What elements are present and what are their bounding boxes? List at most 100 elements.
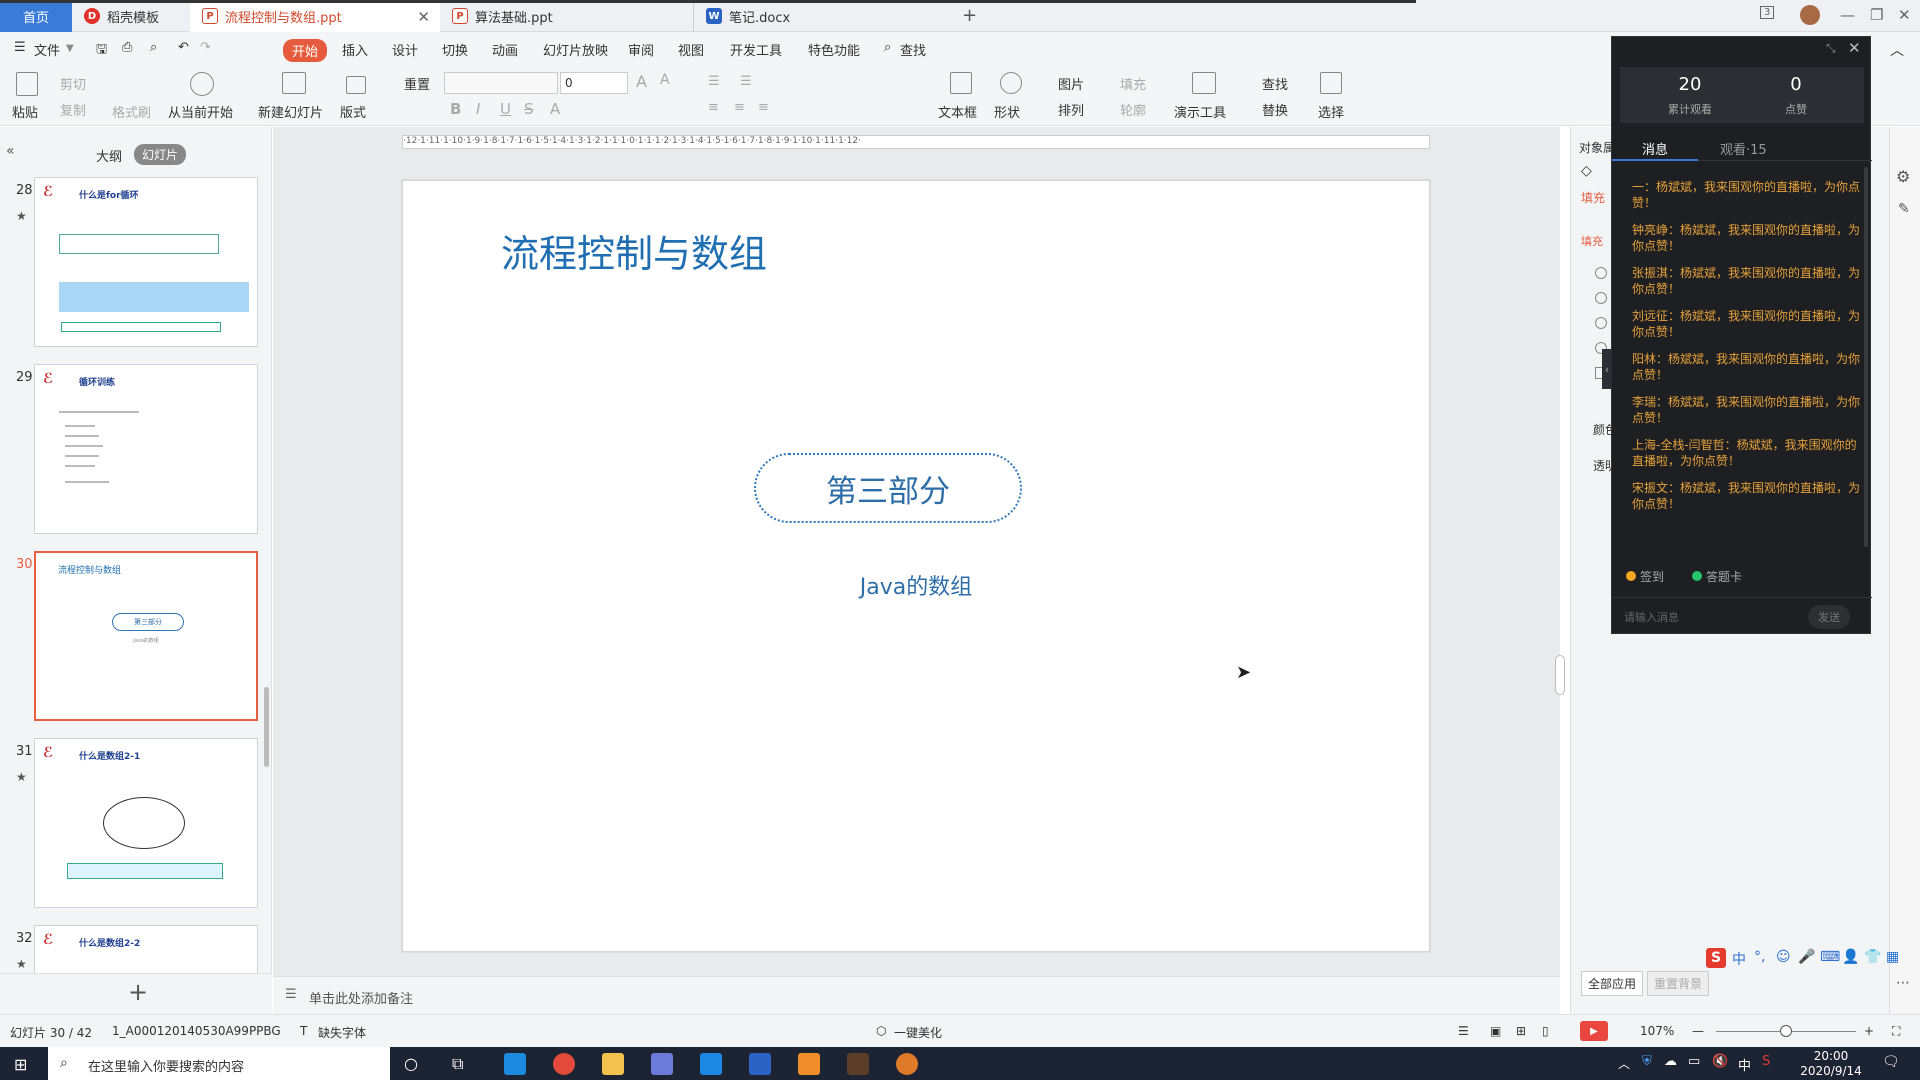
font-size-select[interactable]: 0 xyxy=(560,72,628,94)
microphone-icon[interactable]: 🎤 xyxy=(1798,949,1815,965)
slide-title[interactable]: 流程控制与数组 xyxy=(501,223,767,278)
shape-icon[interactable] xyxy=(1000,72,1022,94)
taskbar-search-input[interactable]: 在这里输入你要搜索的内容 xyxy=(88,1056,244,1075)
restore-icon[interactable]: ❐ xyxy=(1870,6,1883,24)
menu-special[interactable]: 特色功能 xyxy=(808,40,860,59)
fill-icon[interactable]: ◇ xyxy=(1581,163,1592,179)
layout-button[interactable]: 版式 xyxy=(340,102,366,121)
close-window-icon[interactable]: ✕ xyxy=(1898,6,1911,24)
menu-review[interactable]: 审阅 xyxy=(628,40,654,59)
network-icon[interactable]: ▭ xyxy=(1688,1054,1700,1069)
cloud-icon[interactable]: ☁ xyxy=(1664,1054,1677,1069)
copy-button[interactable]: 复制 xyxy=(60,100,86,119)
reset-button[interactable]: 重置 xyxy=(404,74,430,93)
tray-chevron-icon[interactable]: ︿ xyxy=(1618,1055,1630,1072)
underline-icon[interactable]: U xyxy=(500,100,511,118)
menu-animation[interactable]: 动画 xyxy=(492,40,518,59)
preview-icon[interactable]: ⌕ xyxy=(150,40,157,55)
slide-thumbnail-30-selected[interactable]: 流程控制与数组 第三部分 Java的数组 xyxy=(34,551,258,721)
current-slide[interactable]: 流程控制与数组 第三部分 Java的数组 xyxy=(402,180,1430,952)
close-icon[interactable]: ✕ xyxy=(1848,39,1861,57)
menu-view[interactable]: 视图 xyxy=(678,40,704,59)
avatar[interactable] xyxy=(1800,5,1820,25)
from-current-button[interactable]: 从当前开始 xyxy=(168,102,233,121)
tab-home[interactable]: 首页 xyxy=(0,0,72,32)
user-icon[interactable]: 👤 xyxy=(1842,949,1859,965)
clock-date[interactable]: 2020/9/14 xyxy=(1796,1064,1866,1078)
play-icon[interactable] xyxy=(190,72,214,96)
undo-icon[interactable]: ↶ xyxy=(178,40,189,55)
slide-thumbnail-31[interactable]: ℰ 什么是数组2-1 xyxy=(34,738,258,908)
save-icon[interactable]: 🖫 xyxy=(96,40,107,62)
shrink-font-icon[interactable]: A xyxy=(660,72,670,88)
close-tab-icon[interactable]: ✕ xyxy=(417,8,430,26)
shield-icon[interactable]: ⛨ xyxy=(1642,1054,1652,1069)
new-slide-icon[interactable] xyxy=(282,72,306,94)
minimize-icon[interactable]: — xyxy=(1840,6,1855,24)
reset-background-button[interactable]: 重置背景 xyxy=(1647,971,1710,996)
menu-switch[interactable]: 切换 xyxy=(442,40,468,59)
menu-start[interactable]: 开始 xyxy=(283,39,328,62)
sogou-tray-icon[interactable]: S xyxy=(1762,1054,1770,1069)
windows-start-icon[interactable]: ⊞ xyxy=(14,1055,27,1074)
slide-subtitle[interactable]: Java的数组 xyxy=(403,569,1429,601)
app-icon[interactable] xyxy=(798,1053,820,1075)
vertical-scrollbar[interactable] xyxy=(1555,655,1565,695)
clock-time[interactable]: 20:00 xyxy=(1796,1049,1866,1063)
replace-button[interactable]: 替换 xyxy=(1262,100,1288,119)
tab-note-docx[interactable]: W 笔记.docx xyxy=(694,0,946,32)
slide-thumbnail-29[interactable]: ℰ 循环训练 xyxy=(34,364,258,534)
edge-icon[interactable] xyxy=(504,1053,526,1075)
paste-icon[interactable] xyxy=(16,72,38,96)
ime-mode[interactable]: 中 xyxy=(1732,949,1746,969)
layout-icon[interactable] xyxy=(346,76,366,94)
apply-all-button[interactable]: 全部应用 xyxy=(1581,971,1644,996)
send-button[interactable]: 发送 xyxy=(1808,605,1850,629)
zoom-out-icon[interactable]: — xyxy=(1692,1024,1704,1038)
select-icon[interactable] xyxy=(1320,72,1342,94)
font-color-icon[interactable]: A xyxy=(550,100,560,118)
toolbox-icon[interactable]: ▦ xyxy=(1886,949,1899,965)
vscode-icon[interactable] xyxy=(651,1053,673,1075)
keyboard-icon[interactable]: ⌨ xyxy=(1820,949,1840,965)
beautify-button[interactable]: 一键美化 xyxy=(894,1024,942,1041)
hamburger-icon[interactable]: ☰ xyxy=(14,40,26,55)
notes-bar[interactable]: ☰ 单击此处添加备注 xyxy=(273,976,1560,1014)
tab-algo-ppt[interactable]: P 算法基础.ppt xyxy=(440,0,694,32)
app-icon[interactable] xyxy=(847,1053,869,1075)
cut-button[interactable]: 剪切 xyxy=(60,74,86,93)
volume-icon[interactable]: 🔇 xyxy=(1712,1054,1728,1069)
shape-button[interactable]: 形状 xyxy=(994,102,1020,121)
slides-tab[interactable]: 幻灯片 xyxy=(134,144,187,165)
more-icon[interactable]: ⋯ xyxy=(1896,975,1910,991)
fill-button[interactable]: 填充 xyxy=(1120,74,1146,93)
search-icon[interactable]: ⌕ xyxy=(884,40,891,55)
tab-messages[interactable]: 消息 xyxy=(1642,139,1668,158)
chat-input[interactable]: 请输入消息 xyxy=(1624,609,1679,625)
grow-font-icon[interactable]: A xyxy=(636,72,647,91)
wps-writer-icon[interactable] xyxy=(749,1053,771,1075)
textbox-icon[interactable] xyxy=(950,72,972,94)
chrome-icon[interactable] xyxy=(553,1053,575,1075)
bold-icon[interactable]: B xyxy=(450,100,461,118)
reading-view-icon[interactable]: ▯ xyxy=(1542,1024,1549,1038)
emoji-icon[interactable]: ☺ xyxy=(1776,949,1791,965)
radio-button[interactable] xyxy=(1595,317,1607,329)
calendar-app-icon[interactable] xyxy=(700,1053,722,1075)
menu-devtools[interactable]: 开发工具 xyxy=(730,40,782,59)
redo-icon[interactable]: ↷ xyxy=(200,40,211,55)
notification-icon[interactable]: 🗨 xyxy=(1882,1054,1900,1070)
normal-view-icon[interactable]: ▣ xyxy=(1490,1024,1501,1038)
ime-tray[interactable]: 中 xyxy=(1738,1055,1751,1074)
zoom-level[interactable]: 107% xyxy=(1640,1024,1674,1038)
minimize-icon[interactable]: ⤡ xyxy=(1826,41,1836,56)
pin-icon[interactable]: ✎ xyxy=(1898,201,1910,217)
collapse-chat-icon[interactable]: ‹ xyxy=(1602,349,1612,389)
align-left-icon[interactable]: ≡ xyxy=(708,100,719,115)
task-view-icon[interactable]: ⧉ xyxy=(452,1054,463,1074)
tab-viewers[interactable]: 观看·15 xyxy=(1720,139,1767,158)
paste-button[interactable]: 粘贴 xyxy=(12,102,38,121)
italic-icon[interactable]: I xyxy=(476,100,480,118)
fill-section-header[interactable]: 填充 xyxy=(1581,233,1603,249)
new-slide-button[interactable]: 新建幻灯片 xyxy=(258,102,323,121)
